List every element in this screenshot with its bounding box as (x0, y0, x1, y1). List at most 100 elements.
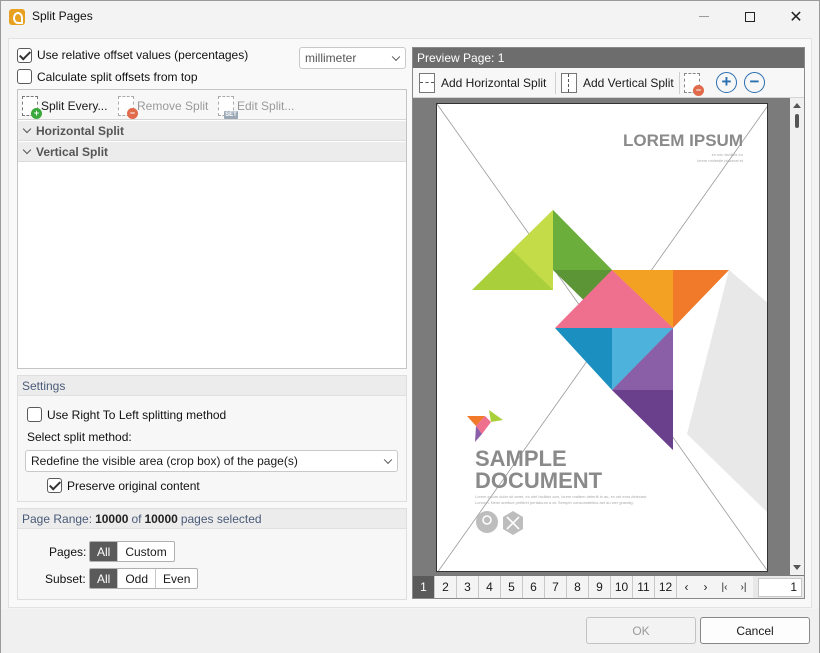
page-range-header: Page Range: 10000 of 10000 pages selecte… (18, 509, 406, 529)
document-artwork: LOREM IPSUM ex nec facilisis eu lorem mo… (437, 104, 767, 571)
split-toolbar: + Split Every... − Remove Split SET Edit… (18, 90, 406, 120)
window-title: Split Pages (32, 9, 93, 23)
group-horizontal-split[interactable]: Horizontal Split (18, 121, 406, 141)
doc-subtitle-1: ex nec facilisis eu (712, 152, 743, 157)
relative-offset-checkbox[interactable] (17, 48, 32, 63)
pages-segmented-control: All Custom (89, 541, 175, 562)
preview-page: LOREM IPSUM ex nec facilisis eu lorem mo… (436, 103, 768, 572)
page-range-suffix: pages selected (180, 511, 262, 526)
ok-button[interactable]: OK (586, 617, 696, 644)
remove-preview-split-button[interactable]: − (684, 71, 704, 96)
page-tab[interactable]: 7 (545, 576, 567, 598)
edit-split-button[interactable]: SET Edit Split... (218, 95, 295, 119)
page-tab[interactable]: 10 (611, 576, 633, 598)
pages-custom-option[interactable]: Custom (118, 542, 173, 561)
edit-split-label: Edit Split... (237, 99, 295, 113)
add-horizontal-split-button[interactable]: Add Horizontal Split (419, 71, 546, 95)
chevron-down-icon (22, 145, 32, 155)
preview-header: Preview Page: 1 (413, 48, 804, 68)
app-logo-icon (9, 9, 25, 25)
subset-label: Subset: (45, 572, 86, 586)
maximize-button[interactable] (727, 1, 773, 32)
preview-panel: Preview Page: 1 Add Horizontal Split Add… (412, 47, 805, 599)
scroll-up-icon[interactable] (793, 103, 801, 108)
split-every-button[interactable]: + Split Every... (22, 95, 108, 119)
split-from-top-label: Calculate split offsets from top (37, 70, 198, 84)
unit-select[interactable]: millimeter (299, 47, 406, 69)
page-tab[interactable]: 2 (435, 576, 457, 598)
subset-all-option[interactable]: All (90, 569, 119, 588)
close-icon: ✕ (789, 8, 803, 26)
maximize-icon (745, 11, 755, 22)
prev-page-button[interactable]: ‹ (677, 576, 696, 598)
add-vertical-split-label: Add Vertical Split (583, 76, 674, 90)
unit-select-value: millimeter (305, 51, 357, 65)
preserve-content-checkbox[interactable] (47, 478, 62, 493)
vertical-split-icon (561, 73, 577, 93)
edit-split-icon: SET (218, 96, 238, 119)
subset-even-option[interactable]: Even (156, 569, 197, 588)
remove-badge-icon: − (693, 85, 704, 96)
split-method-select[interactable]: Redefine the visible area (crop box) of … (25, 450, 398, 472)
page-tab[interactable]: 4 (479, 576, 501, 598)
zoom-out-button[interactable]: − (744, 72, 765, 93)
last-page-button[interactable]: ›| (734, 576, 753, 598)
split-method-value: Redefine the visible area (crop box) of … (31, 454, 298, 468)
minimize-icon (699, 16, 709, 17)
page-tab[interactable]: 1 (413, 576, 435, 598)
page-tab[interactable]: 6 (523, 576, 545, 598)
first-page-button[interactable]: |‹ (715, 576, 734, 598)
next-page-button[interactable]: › (696, 576, 715, 598)
chevron-down-icon (22, 124, 32, 134)
subset-odd-option[interactable]: Odd (118, 569, 157, 588)
page-tab[interactable]: 8 (567, 576, 589, 598)
remove-split-button[interactable]: − Remove Split (118, 95, 209, 119)
preview-toolbar: Add Horizontal Split Add Vertical Split … (413, 68, 804, 98)
scroll-thumb[interactable] (795, 114, 799, 128)
close-button[interactable]: ✕ (773, 1, 819, 32)
add-vertical-split-button[interactable]: Add Vertical Split (561, 71, 674, 95)
settings-header-label: Settings (22, 378, 66, 393)
settings-header: Settings (18, 376, 406, 396)
add-badge-icon: + (31, 108, 42, 119)
remove-split-label: Remove Split (137, 99, 209, 113)
preview-canvas[interactable]: LOREM IPSUM ex nec facilisis eu lorem mo… (413, 98, 789, 575)
scroll-down-icon[interactable] (793, 565, 801, 570)
rtl-split-checkbox[interactable] (27, 407, 42, 422)
cancel-button-label: Cancel (736, 623, 774, 638)
pages-all-option[interactable]: All (90, 542, 119, 561)
page-tab[interactable]: 9 (589, 576, 611, 598)
horizontal-split-icon (419, 73, 435, 93)
group-label: Horizontal Split (36, 123, 124, 138)
cancel-button[interactable]: Cancel (700, 617, 810, 644)
doc-heading-2: DOCUMENT (475, 468, 603, 493)
zoom-in-button[interactable]: + (716, 72, 737, 93)
split-method-label: Select split method: (27, 430, 132, 444)
toolbar-separator (555, 72, 556, 94)
split-every-icon: + (22, 96, 42, 119)
page-tab[interactable]: 11 (633, 576, 655, 598)
split-list-panel: + Split Every... − Remove Split SET Edit… (17, 89, 407, 369)
pages-label: Pages: (49, 545, 87, 559)
page-tab[interactable]: 3 (457, 576, 479, 598)
minimize-button[interactable] (681, 1, 727, 32)
page-tab[interactable]: 12 (655, 576, 677, 598)
subset-segmented-control: All Odd Even (89, 568, 199, 589)
preview-vertical-scrollbar[interactable] (790, 98, 804, 575)
edit-badge-icon: SET (224, 111, 238, 119)
doc-title-text: LOREM IPSUM (623, 131, 743, 150)
title-bar: Split Pages ✕ (1, 1, 819, 32)
group-vertical-split[interactable]: Vertical Split (18, 142, 406, 162)
page-range-of: of (131, 511, 142, 526)
chevron-down-icon (383, 455, 393, 465)
remove-badge-icon: − (127, 108, 138, 119)
split-from-top-checkbox[interactable] (17, 69, 32, 84)
ok-button-label: OK (632, 623, 650, 638)
relative-offset-label: Use relative offset values (percentages) (37, 48, 249, 62)
split-every-label: Split Every... (41, 99, 108, 113)
page-range-prefix: Page Range: (22, 511, 93, 526)
page-number-input[interactable]: 1 (758, 578, 802, 597)
split-pages-dialog: Split Pages ✕ Use relative offset values… (0, 0, 820, 653)
page-tab[interactable]: 5 (501, 576, 523, 598)
group-label: Vertical Split (36, 144, 109, 159)
